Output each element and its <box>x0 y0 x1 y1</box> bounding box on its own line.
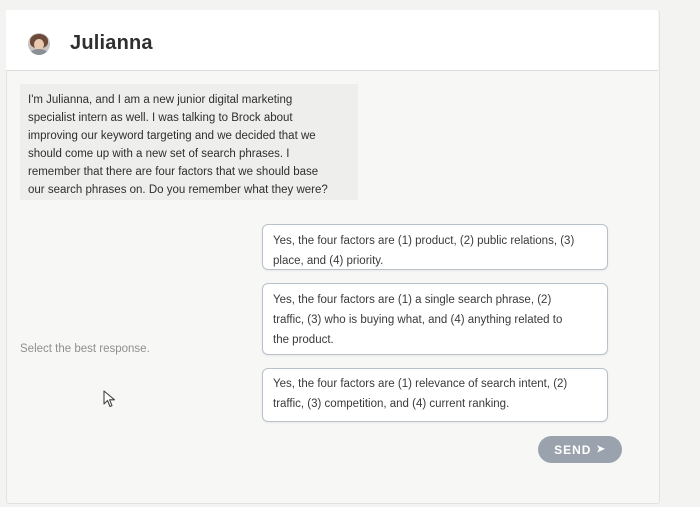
option-line: traffic, (3) competition, and (4) curren… <box>273 398 510 410</box>
send-button[interactable]: SEND ➤ <box>538 436 622 463</box>
send-arrow-icon: ➤ <box>596 444 606 455</box>
option-line: place, and (4) priority. <box>273 255 384 267</box>
option-line: Yes, the four factors are (1) product, (… <box>273 235 575 247</box>
response-option-2[interactable]: Yes, the four factors are (1) a single s… <box>262 283 608 355</box>
option-line: traffic, (3) who is buying what, and (4)… <box>273 314 563 326</box>
message-line: specialist intern as well. I was talking… <box>28 112 293 124</box>
message-line: our search phrases on. Do you remember w… <box>28 184 328 196</box>
response-option-3[interactable]: Yes, the four factors are (1) relevance … <box>262 368 608 422</box>
message-text: I'm Julianna, and I am a new junior digi… <box>28 91 354 199</box>
option-line: the product. <box>273 334 334 346</box>
message-line: improving our keyword targeting and we d… <box>28 130 316 142</box>
send-label: SEND <box>554 442 592 457</box>
response-option-1[interactable]: Yes, the four factors are (1) product, (… <box>262 224 608 270</box>
character-name: Julianna <box>70 32 153 54</box>
person-avatar-icon <box>28 33 50 55</box>
option-line: Yes, the four factors are (1) a single s… <box>273 294 552 306</box>
select-response-label: Select the best response. <box>20 343 150 355</box>
option-line: Yes, the four factors are (1) relevance … <box>273 378 568 390</box>
message-line: should come up with a new set of search … <box>28 148 290 160</box>
message-line: I'm Julianna, and I am a new junior digi… <box>28 94 293 106</box>
mouse-pointer-icon <box>103 390 116 408</box>
message-line: remember that there are four factors tha… <box>28 166 319 178</box>
